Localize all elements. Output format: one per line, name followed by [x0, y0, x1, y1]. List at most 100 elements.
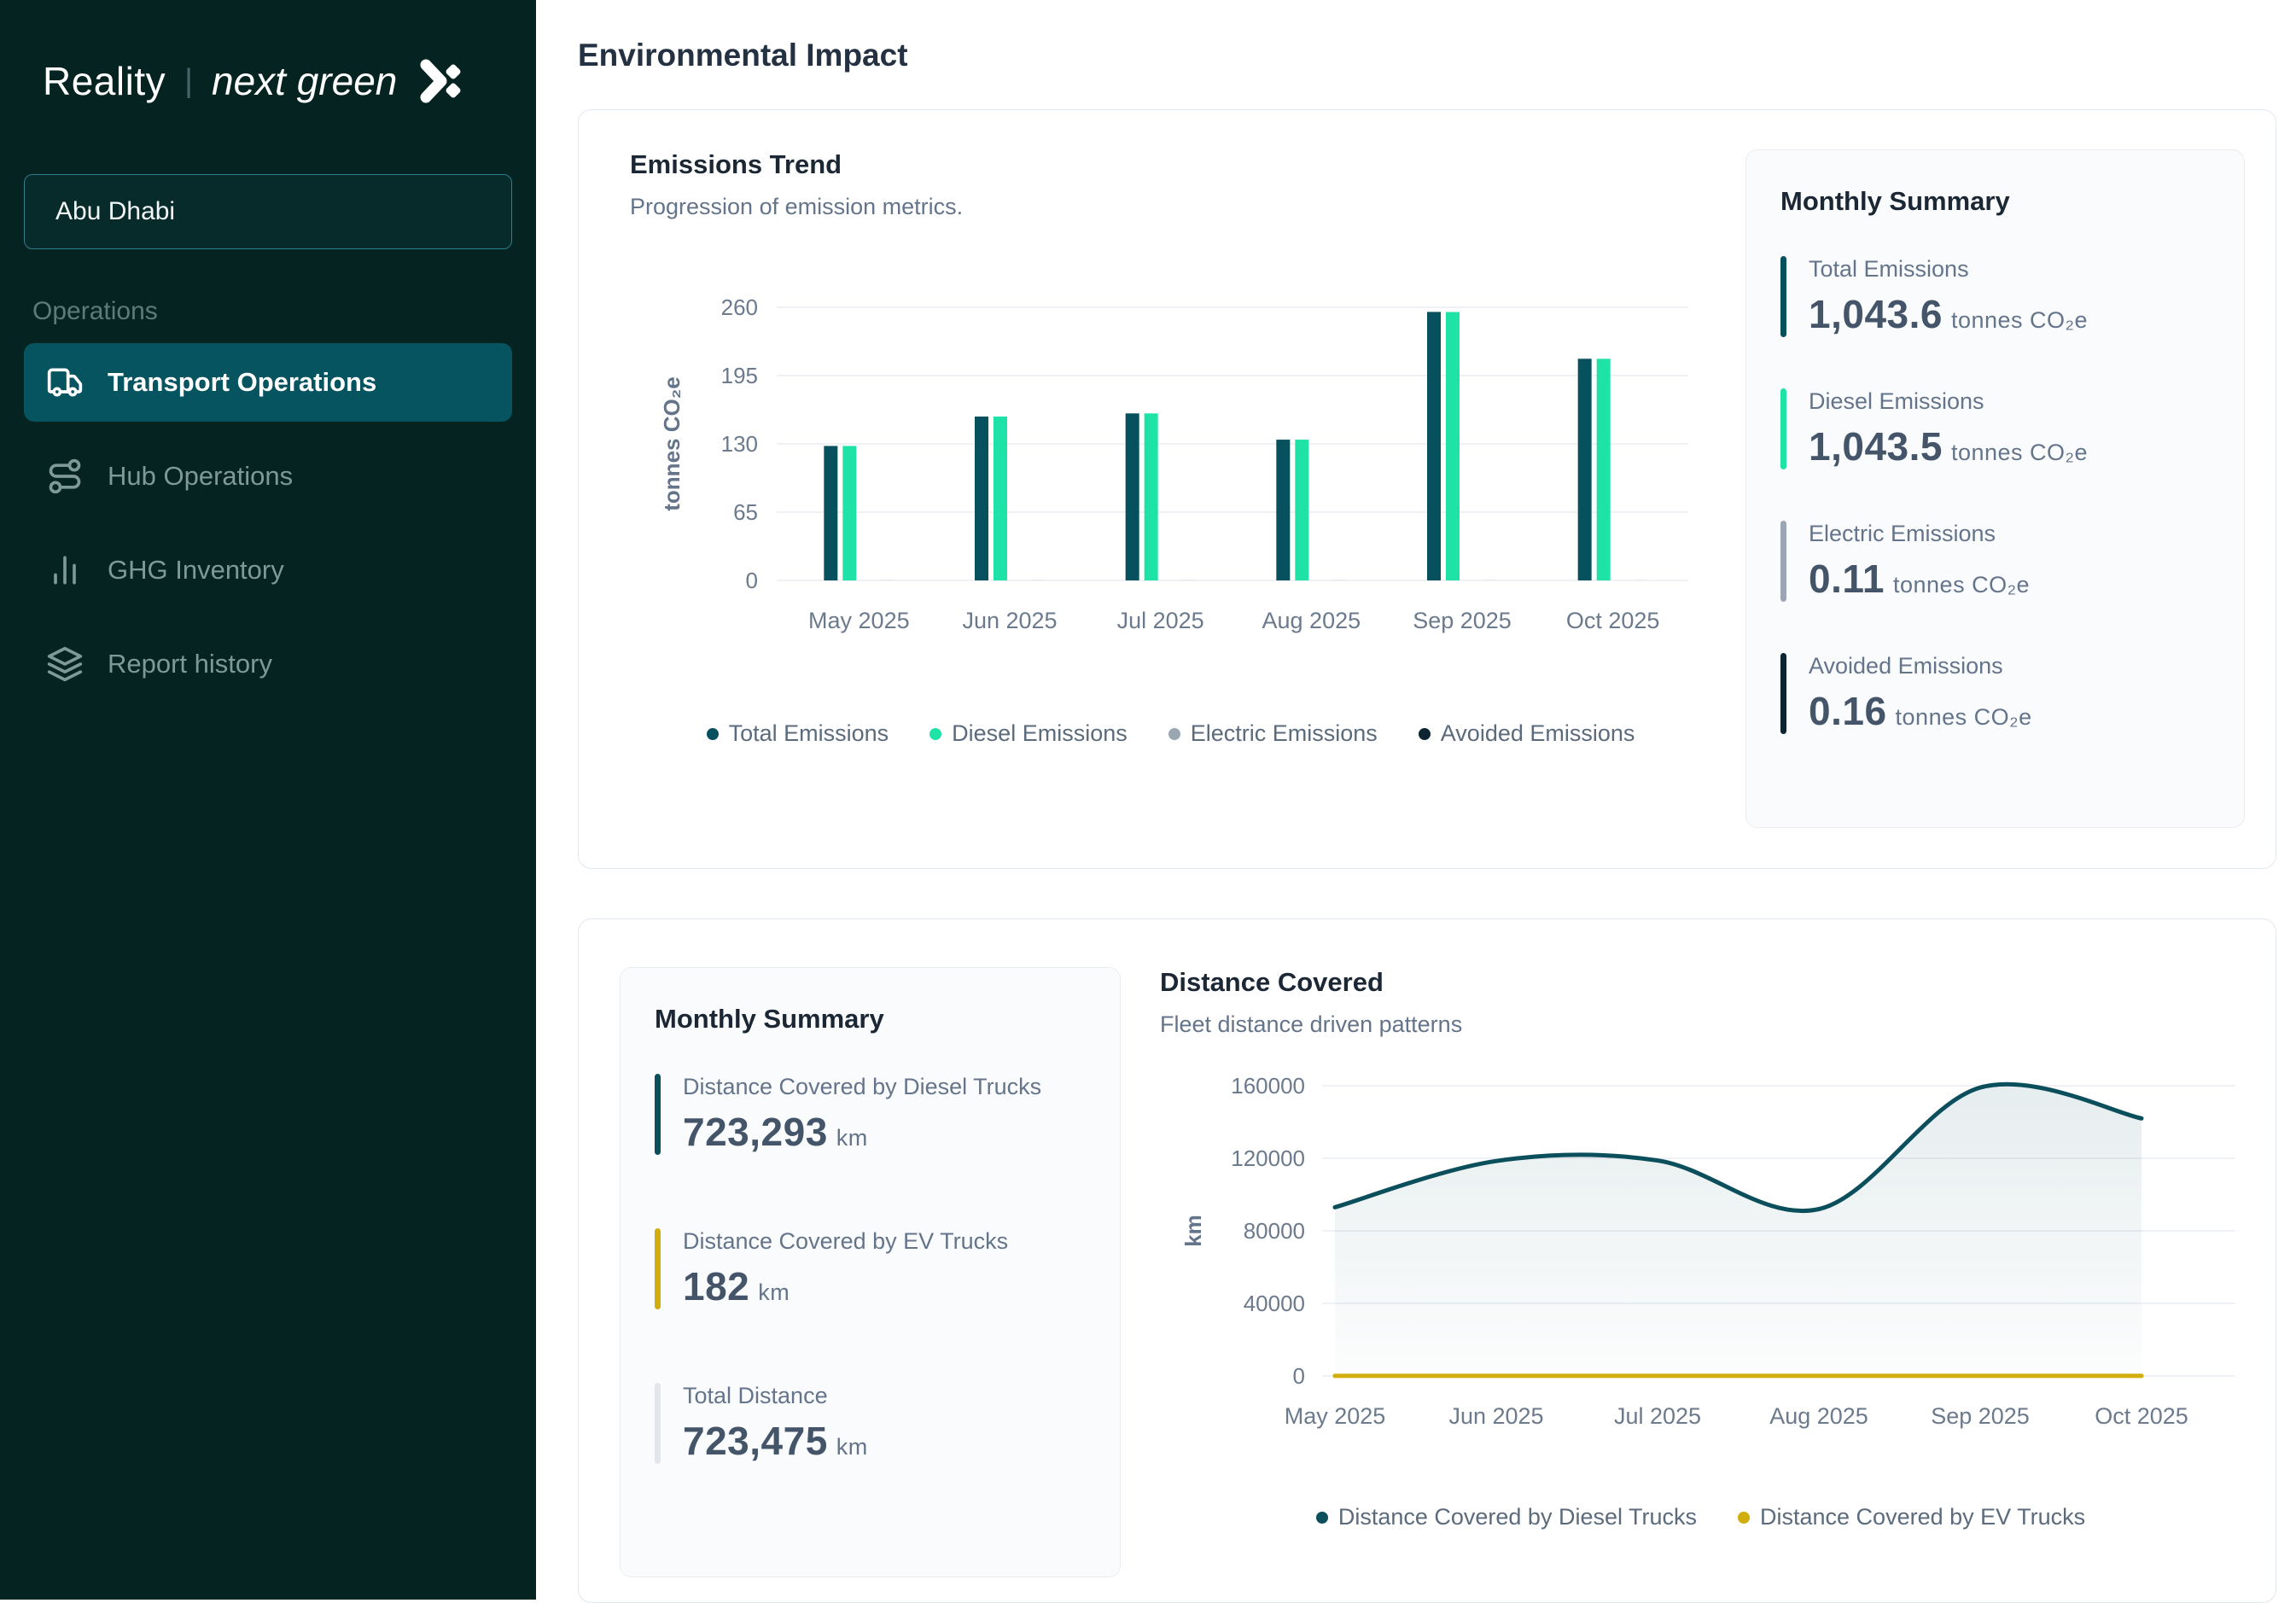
bar [1276, 440, 1290, 580]
distance-chart-column: Distance Covered Fleet distance driven p… [1160, 967, 2241, 1602]
summary-item-value: 0.11tonnes CO₂e [1809, 556, 2030, 602]
svg-text:260: 260 [721, 294, 758, 320]
svg-text:65: 65 [733, 499, 758, 525]
distance-legend: Distance Covered by Diesel Trucks Distanc… [1160, 1504, 2241, 1530]
svg-text:Jul 2025: Jul 2025 [1117, 608, 1204, 633]
summary-item-value: 1,043.6tonnes CO₂e [1809, 291, 2088, 337]
summary-accent-bar [1780, 653, 1786, 734]
location-selector[interactable]: Abu Dhabi [24, 174, 512, 249]
summary-accent-bar [655, 1383, 661, 1464]
summary-item: Total Emissions 1,043.6tonnes CO₂e [1780, 256, 2210, 337]
summary-accent-bar [655, 1074, 661, 1155]
bar-chart-icon [46, 551, 84, 589]
sidebar-item-label: Report history [108, 649, 272, 679]
summary-item-label: Distance Covered by EV Trucks [683, 1228, 1008, 1255]
summary-item-unit: tonnes CO₂e [1951, 440, 2088, 465]
summary-item: Distance Covered by Diesel Trucks723,293… [655, 1074, 1086, 1155]
sidebar-item-report-history[interactable]: Report history [24, 625, 512, 703]
svg-text:120000: 120000 [1231, 1145, 1305, 1171]
bar [994, 417, 1007, 580]
brand-mark-icon [417, 58, 463, 104]
svg-text:Oct 2025: Oct 2025 [1566, 608, 1660, 633]
svg-text:80000: 80000 [1244, 1218, 1305, 1244]
sidebar: Reality | next green Abu Dhabi Operation… [0, 0, 536, 1600]
svg-text:40000: 40000 [1244, 1291, 1305, 1316]
svg-text:Jun 2025: Jun 2025 [1448, 1403, 1543, 1429]
summary-item-label: Total Emissions [1809, 256, 2088, 283]
emissions-trend-title: Emissions Trend [630, 149, 1711, 180]
svg-text:Sep 2025: Sep 2025 [1413, 608, 1512, 633]
distance-covered-subtitle: Fleet distance driven patterns [1160, 1011, 2241, 1038]
distance-line-chart[interactable]: 04000080000120000160000kmMay 2025Jun 202… [1160, 1052, 2235, 1478]
emissions-summary-items: Total Emissions 1,043.6tonnes CO₂e Diesel … [1780, 256, 2210, 734]
bar [824, 446, 837, 580]
summary-item: Distance Covered by EV Trucks182km [655, 1228, 1086, 1309]
bar [1126, 413, 1139, 580]
distance-summary-title: Monthly Summary [655, 1004, 1086, 1035]
summary-item: Electric Emissions0.11tonnes CO₂e [1780, 521, 2210, 602]
svg-text:Aug 2025: Aug 2025 [1262, 608, 1361, 633]
legend-dot [1168, 728, 1180, 740]
legend-label: Distance Covered by Diesel Trucks [1338, 1504, 1697, 1530]
emissions-trend-subtitle: Progression of emission metrics. [630, 194, 1711, 220]
brand-name: Reality [43, 58, 166, 104]
summary-accent-bar [1780, 388, 1786, 469]
legend-dot [1316, 1512, 1328, 1524]
bar [1578, 358, 1592, 580]
legend-item: Diesel Emissions [929, 720, 1128, 747]
legend-item: Avoided Emissions [1419, 720, 1635, 747]
svg-text:195: 195 [721, 363, 758, 388]
emissions-trend-card: Emissions Trend Progression of emission … [578, 109, 2276, 869]
svg-text:Sep 2025: Sep 2025 [1931, 1403, 2030, 1429]
summary-item-value: 0.16tonnes CO₂e [1809, 688, 2032, 734]
svg-text:160000: 160000 [1231, 1073, 1305, 1099]
legend-item: Total Emissions [707, 720, 889, 747]
sidebar-item-label: Hub Operations [108, 461, 293, 492]
brand-divider: | [184, 63, 193, 100]
summary-item: Avoided Emissions 0.16tonnes CO₂e [1780, 653, 2210, 734]
sidebar-item-label: GHG Inventory [108, 555, 284, 586]
summary-item-label: Avoided Emissions [1809, 653, 2032, 679]
legend-item: Distance Covered by EV Trucks [1738, 1504, 2085, 1530]
summary-accent-bar [655, 1228, 661, 1309]
legend-item: Distance Covered by Diesel Trucks [1316, 1504, 1697, 1530]
layers-icon [46, 645, 84, 683]
legend-dot [1419, 728, 1431, 740]
summary-item-value: 723,293km [683, 1109, 1041, 1155]
sidebar-item-hub-operations[interactable]: Hub Operations [24, 437, 512, 516]
distance-covered-title: Distance Covered [1160, 967, 2241, 998]
summary-accent-bar [1780, 521, 1786, 602]
distance-covered-card: Monthly Summary Distance Covered by Dies… [578, 918, 2276, 1603]
area-fill [1335, 1084, 2142, 1376]
summary-item-unit: tonnes CO₂e [1896, 704, 2032, 730]
location-value: Abu Dhabi [55, 197, 175, 226]
sidebar-item-ghg-inventory[interactable]: GHG Inventory [24, 531, 512, 609]
nav-section-label: Operations [24, 297, 512, 326]
sidebar-item-transport-operations[interactable]: Transport Operations [24, 343, 512, 422]
truck-icon [46, 364, 84, 401]
svg-text:Oct 2025: Oct 2025 [2095, 1403, 2188, 1429]
svg-text:Jul 2025: Jul 2025 [1614, 1403, 1701, 1429]
bar [842, 446, 856, 580]
summary-item-value: 723,475km [683, 1418, 868, 1464]
summary-item-value: 1,043.5tonnes CO₂e [1809, 423, 2088, 469]
bar [975, 417, 988, 580]
summary-accent-bar [1780, 256, 1786, 337]
brand-tagline: next green [212, 58, 397, 104]
legend-dot [707, 728, 719, 740]
summary-item: Diesel Emissions 1,043.5tonnes CO₂e [1780, 388, 2210, 469]
summary-item: Total Distance723,475km [655, 1383, 1086, 1464]
summary-item-label: Diesel Emissions [1809, 388, 2088, 415]
svg-text:tonnes CO₂e: tonnes CO₂e [659, 376, 685, 510]
summary-item-unit: tonnes CO₂e [1893, 572, 2030, 597]
brand-logo: Reality | next green [24, 58, 512, 104]
legend-label: Diesel Emissions [952, 720, 1128, 747]
sidebar-nav: Transport Operations Hub Operations GHG … [24, 343, 512, 703]
sidebar-item-label: Transport Operations [108, 367, 376, 398]
legend-label: Distance Covered by EV Trucks [1760, 1504, 2085, 1530]
page-title: Environmental Impact [578, 38, 2276, 73]
legend-label: Electric Emissions [1191, 720, 1378, 747]
svg-text:May 2025: May 2025 [1285, 1403, 1386, 1429]
svg-text:May 2025: May 2025 [808, 608, 910, 633]
emissions-trend-bar-chart[interactable]: 065130195260tonnes CO₂eMay 2025Jun 2025J… [630, 251, 1705, 695]
